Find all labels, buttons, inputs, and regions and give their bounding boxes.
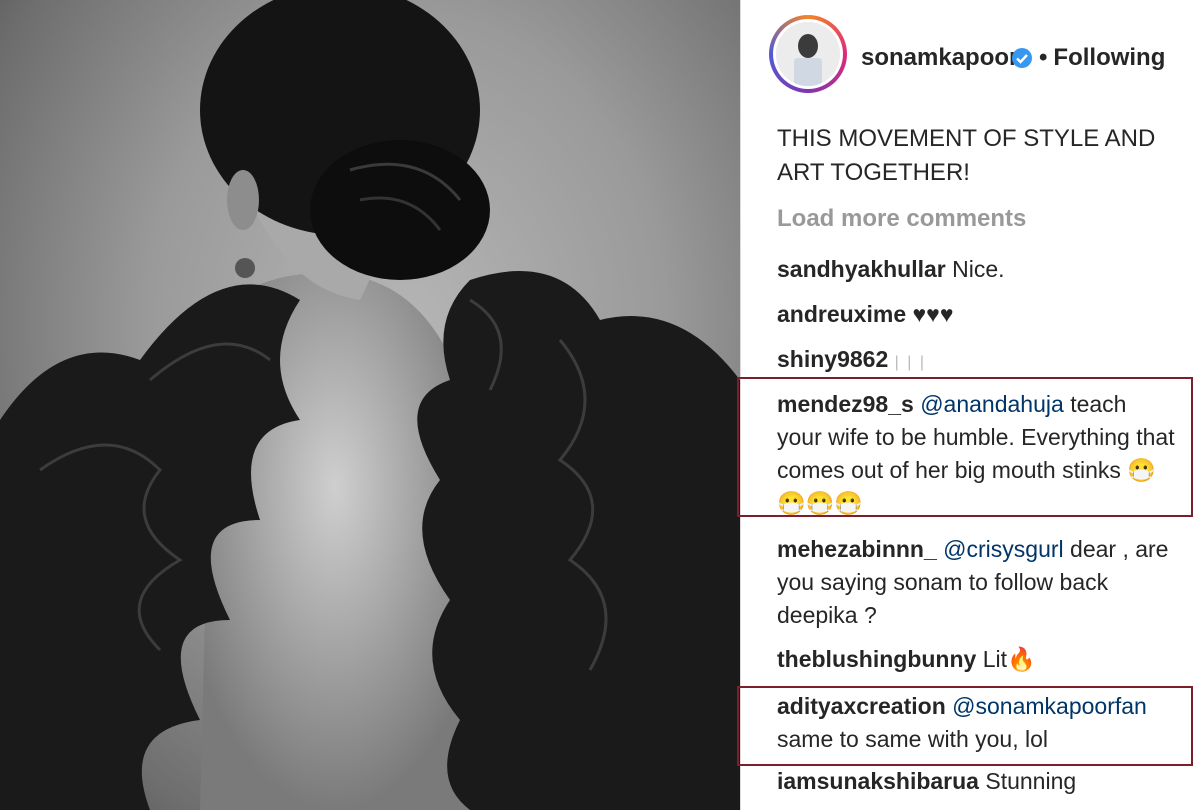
comment-username[interactable]: iamsunakshibarua (777, 768, 979, 794)
follow-status-button[interactable]: • Following (1039, 44, 1165, 72)
comment-item: theblushingbunny Lit🔥 (777, 643, 1177, 676)
avatar-story-ring[interactable] (769, 15, 847, 93)
comment-text: | | | (894, 354, 926, 371)
comment-mention[interactable]: @sonamkapoorfan (952, 693, 1147, 719)
comment-username[interactable]: theblushingbunny (777, 646, 976, 672)
comments-panel: sonamkapoor • Following THIS MOVEMENT OF … (737, 0, 1200, 810)
comment-username[interactable]: mehezabinnn_ (777, 536, 937, 562)
comment-username[interactable]: adityaxcreation (777, 693, 946, 719)
post-photo (0, 0, 740, 810)
post-header: sonamkapoor • Following (741, 0, 1200, 120)
comment-item: sandhyakhullar Nice. (777, 253, 1177, 286)
comment-mention[interactable]: @crisysgurl (943, 536, 1063, 562)
comment-username[interactable]: shiny9862 (777, 346, 888, 372)
photo-illustration (0, 0, 740, 810)
comment-item: mehezabinnn_ @crisysgurl dear , are you … (777, 533, 1177, 632)
comment-text: same to same with you, lol (777, 726, 1049, 752)
comment-item: shiny9862 | | | (777, 343, 1177, 379)
comment-text: Stunning (985, 768, 1077, 794)
comment-item: iamsunakshibarua Stunning (777, 765, 1177, 798)
avatar (776, 22, 840, 86)
comment-username[interactable]: sandhyakhullar (777, 256, 946, 282)
comment-username[interactable]: mendez98_s (777, 391, 914, 417)
load-more-comments-button[interactable]: Load more comments (777, 205, 1026, 233)
comment-mention[interactable]: @anandahuja (920, 391, 1064, 417)
comment-text: Lit🔥 (982, 646, 1036, 672)
verified-badge-icon (1012, 48, 1032, 68)
comment-username[interactable]: andreuxime (777, 301, 906, 327)
username[interactable]: sonamkapoor (861, 44, 1018, 72)
comment-text: ♥♥♥ (912, 301, 954, 327)
comment-item: mendez98_s @anandahuja teach your wife t… (777, 388, 1177, 520)
comment-text: Nice. (952, 256, 1005, 282)
post-caption: THIS MOVEMENT OF STYLE AND ART TOGETHER! (777, 125, 1156, 186)
comment-item: adityaxcreation @sonamkapoorfan same to … (777, 690, 1177, 756)
comment-item: andreuxime ♥♥♥ (777, 298, 1177, 331)
